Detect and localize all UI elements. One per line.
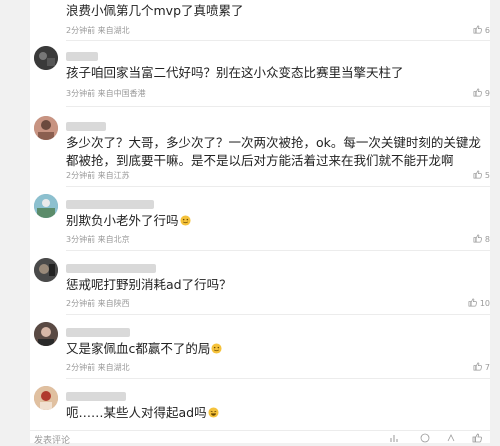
- comment-text: 别欺负小老外了行吗: [66, 212, 486, 230]
- comment-location: 来自湖北: [97, 363, 130, 372]
- avatar[interactable]: [34, 322, 58, 346]
- like-button[interactable]: 5: [440, 170, 490, 180]
- comment-time: 2分钟前: [66, 363, 96, 372]
- username[interactable]: [66, 392, 126, 401]
- comment-time: 3分钟前: [66, 89, 96, 98]
- comment-location: 来自中国香港: [97, 89, 146, 98]
- comment-location: 来自北京: [97, 235, 130, 244]
- thumbs-up-icon: [468, 298, 477, 307]
- avatar[interactable]: [34, 116, 58, 140]
- avatar-image: [34, 46, 58, 70]
- like-count: 5: [484, 171, 490, 180]
- grin-emoji-icon: [208, 407, 219, 418]
- comment-divider: [66, 186, 490, 187]
- comment-composer-bar: 发表评论: [30, 430, 490, 446]
- comment-text: 多少次了？大哥，多少次了？一次两次被抢，ok。每一次关键时刻的关键龙都被抢，到底…: [66, 135, 481, 168]
- thumbs-up-icon: [473, 170, 482, 179]
- comment-text: 惩戒呢打野别消耗ad了行吗？: [66, 277, 232, 292]
- thumbs-up-icon: [473, 88, 482, 97]
- like-count: 7: [484, 363, 490, 372]
- comment-time: 3分钟前: [66, 235, 96, 244]
- comment-text: 呃……某些人对得起ad吗: [66, 404, 486, 422]
- comment-text: 又是家佩血c都赢不了的局: [66, 340, 486, 358]
- comment-time: 2分钟前: [66, 26, 96, 35]
- comment-text-body: 别欺负小老外了行吗: [66, 213, 179, 228]
- like-button[interactable]: 8: [440, 234, 490, 244]
- comment-location: 来自湖北: [97, 26, 130, 35]
- avatar-image: [34, 116, 58, 140]
- like-count: 10: [479, 299, 490, 308]
- comment-meta: 2分钟前 来自湖北: [66, 25, 130, 36]
- smile-emoji-icon: [179, 215, 191, 226]
- username[interactable]: [66, 328, 130, 337]
- like-button[interactable]: 10: [440, 298, 490, 308]
- like-button[interactable]: 9: [440, 88, 490, 98]
- smile-emoji-icon: [211, 343, 222, 354]
- comment-text-body: 呃……某些人对得起ad吗: [66, 405, 207, 420]
- avatar[interactable]: [34, 386, 58, 410]
- emoji-icon[interactable]: [420, 433, 430, 443]
- username[interactable]: [66, 52, 98, 61]
- comment-meta: 3分钟前 来自北京: [66, 234, 130, 245]
- comment-meta: 2分钟前 来自湖北: [66, 362, 130, 373]
- comment-time: 2分钟前: [66, 171, 96, 180]
- avatar-image: [34, 194, 58, 218]
- like-button[interactable]: 6: [440, 25, 490, 35]
- comment-divider: [66, 106, 490, 107]
- avatar-image: [34, 386, 58, 410]
- thumbs-up-icon[interactable]: [472, 433, 482, 443]
- username[interactable]: [66, 200, 154, 209]
- like-count: 8: [484, 235, 490, 244]
- comment-location: 来自江苏: [97, 171, 130, 180]
- chart-icon[interactable]: [390, 433, 400, 443]
- comment-divider: [66, 378, 490, 379]
- thumbs-up-icon: [473, 25, 482, 34]
- thumbs-up-icon: [473, 234, 482, 243]
- like-count: 6: [484, 26, 490, 35]
- comment-text-body: 又是家佩血c都赢不了的局: [66, 341, 211, 356]
- thumbs-up-icon: [473, 362, 482, 371]
- comment-text: 浪费小佩第几个mvp了真喷累了: [66, 3, 244, 18]
- share-icon[interactable]: [446, 433, 456, 443]
- avatar[interactable]: [34, 46, 58, 70]
- comment-divider: [66, 40, 490, 41]
- avatar[interactable]: [34, 258, 58, 282]
- scrollbar[interactable]: [492, 0, 500, 440]
- comment-feed: 浪费小佩第几个mvp了真喷累了 2分钟前 来自湖北 6 孩子咱回家当富二代好吗？…: [30, 0, 490, 440]
- avatar-image: [34, 322, 58, 346]
- username[interactable]: [66, 122, 106, 131]
- comment-meta: 2分钟前 来自陕西: [66, 298, 130, 309]
- comment-divider: [66, 250, 490, 251]
- comment-time: 2分钟前: [66, 299, 96, 308]
- username[interactable]: [66, 264, 156, 273]
- comment-meta: 3分钟前 来自中国香港: [66, 88, 146, 99]
- like-button[interactable]: 7: [440, 362, 490, 372]
- comment-meta: 2分钟前 来自江苏: [66, 170, 130, 181]
- avatar-image: [34, 258, 58, 282]
- comment-location: 来自陕西: [97, 299, 130, 308]
- comment-text: 孩子咱回家当富二代好吗？别在这小众变态比赛里当擎天柱了: [66, 65, 404, 80]
- avatar[interactable]: [34, 194, 58, 218]
- comment-divider: [66, 314, 490, 315]
- like-count: 9: [484, 89, 490, 98]
